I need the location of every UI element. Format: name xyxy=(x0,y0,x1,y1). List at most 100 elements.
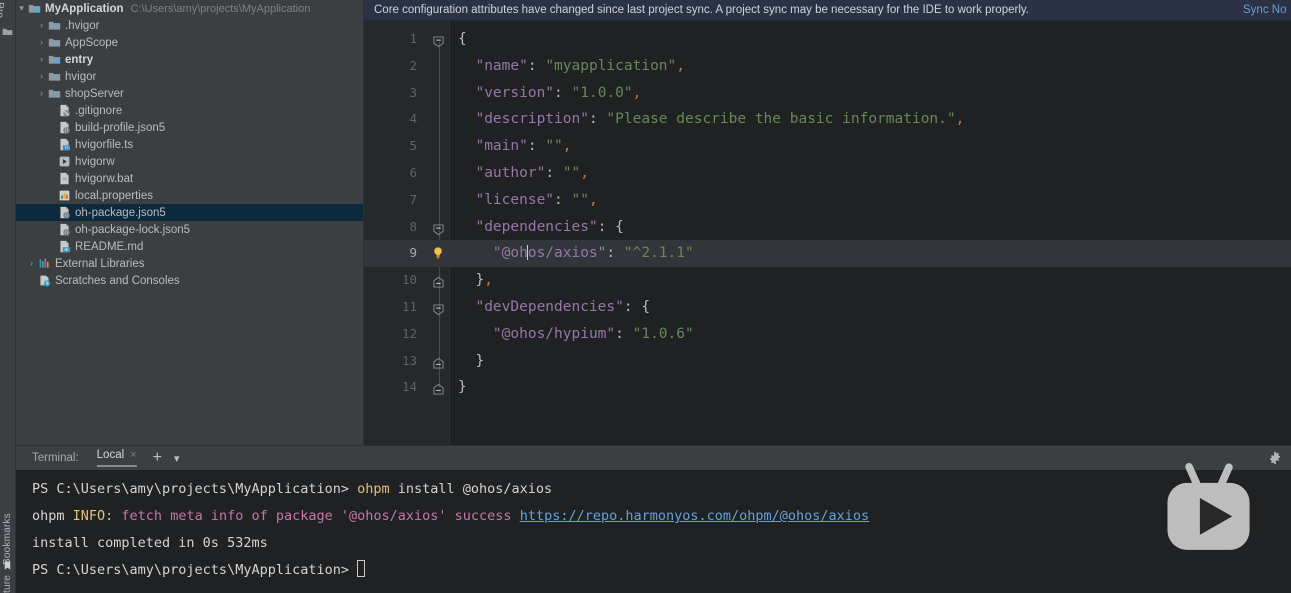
tree-row-scratches-and-consoles[interactable]: Scratches and Consoles xyxy=(16,272,363,289)
tree-row-build-profile-json5[interactable]: {} build-profile.json5 xyxy=(16,119,363,136)
gitignore-file-icon xyxy=(57,104,72,117)
chevron-down-icon[interactable]: ▾ xyxy=(16,4,27,13)
tree-row-external-libraries[interactable]: › External Libraries xyxy=(16,255,363,272)
new-terminal-button[interactable]: + xyxy=(153,450,162,466)
fold-cell[interactable] xyxy=(428,294,449,321)
tree-item-label: External Libraries xyxy=(55,257,145,270)
folder-icon xyxy=(47,19,62,32)
tree-row-hvigorw-bat[interactable]: hvigorw.bat xyxy=(16,170,363,187)
line-number: 6 xyxy=(409,164,417,180)
terminal-output[interactable]: PS C:\Users\amy\projects\MyApplication> … xyxy=(16,470,1291,593)
root-project-name: MyApplication xyxy=(45,2,124,15)
chevron-right-icon[interactable]: › xyxy=(36,89,47,98)
code-token: "license" xyxy=(458,191,555,208)
terminal-header: Terminal: Local × + ▾ xyxy=(16,445,1291,470)
tree-item-label: .gitignore xyxy=(75,104,123,117)
tree-row-hvigorfile-ts[interactable]: TS hvigorfile.ts xyxy=(16,136,363,153)
chevron-right-icon[interactable]: › xyxy=(36,55,47,64)
gear-icon[interactable] xyxy=(1268,451,1282,465)
tree-row-oh-package-lock-json5[interactable]: {} oh-package-lock.json5 xyxy=(16,221,363,238)
tree-row-shopserver[interactable]: › shopServer xyxy=(16,85,363,102)
code-line[interactable]: }, xyxy=(450,267,1291,294)
fold-cell[interactable] xyxy=(428,267,449,294)
sync-now-link[interactable]: Sync Now xyxy=(1243,4,1287,16)
terminal-text: install completed in 0s 532ms xyxy=(32,535,268,551)
terminal-text: install @ohos/axios xyxy=(389,481,553,497)
code-line[interactable]: "license": "", xyxy=(450,187,1291,214)
code-line[interactable]: "dependencies": { xyxy=(450,214,1291,241)
code-token: "name" xyxy=(458,57,528,74)
tree-item-label: hvigorw.bat xyxy=(75,172,134,185)
code-token: : xyxy=(527,57,546,74)
tree-row-local-properties[interactable]: local.properties xyxy=(16,187,363,204)
code-fold-icon[interactable] xyxy=(433,356,444,369)
tree-item-list: › .hvigor › AppScope › entry › hvigor › shopServe… xyxy=(16,17,363,289)
tree-item-label: local.properties xyxy=(75,189,153,202)
chevron-right-icon[interactable]: › xyxy=(26,259,37,268)
terminal-tool-window: Terminal: Local × + ▾ PS C:\Users\amy\pr… xyxy=(16,445,1291,593)
tree-item-label: shopServer xyxy=(65,87,124,100)
tree-row-appscope[interactable]: › AppScope xyxy=(16,34,363,51)
tree-item-label: AppScope xyxy=(65,36,119,49)
tree-row-oh-package-json5[interactable]: {} oh-package.json5 xyxy=(16,204,363,221)
line-number: 13 xyxy=(401,352,417,368)
code-line[interactable]: "@ohos/hypium": "1.0.6" xyxy=(450,321,1291,348)
chevron-right-icon[interactable]: › xyxy=(36,21,47,30)
project-sync-notification: Core configuration attributes have chang… xyxy=(364,0,1291,21)
code-line[interactable]: "author": "", xyxy=(450,160,1291,187)
code-line[interactable]: "main": "", xyxy=(450,133,1291,160)
tree-row-hvigorw[interactable]: hvigorw xyxy=(16,153,363,170)
code-token: "@ohos/hypium" xyxy=(458,325,616,342)
terminal-text: PS C:\Users\amy\projects\MyApplication> xyxy=(32,562,358,578)
tree-item-label: hvigorfile.ts xyxy=(75,138,134,151)
fold-cell[interactable] xyxy=(428,348,449,375)
code-line[interactable]: "devDependencies": { xyxy=(450,294,1291,321)
chevron-right-icon[interactable]: › xyxy=(36,38,47,47)
chevron-down-icon[interactable]: ▾ xyxy=(174,452,180,465)
tree-row-gitignore[interactable]: .gitignore xyxy=(16,102,363,119)
code-token: , xyxy=(632,84,642,101)
tree-row-readme-md[interactable]: MD README.md xyxy=(16,238,363,255)
code-line[interactable]: "name": "myapplication", xyxy=(450,53,1291,80)
code-fold-icon[interactable] xyxy=(433,34,444,48)
libraries-icon xyxy=(37,257,52,270)
properties-file-icon xyxy=(57,189,72,202)
code-line[interactable]: } xyxy=(450,348,1291,375)
code-line[interactable]: "version": "1.0.0", xyxy=(450,80,1291,107)
tree-item-label: oh-package-lock.json5 xyxy=(75,223,191,236)
code-token: "^2.1.1" xyxy=(623,245,694,262)
fold-cell[interactable] xyxy=(428,26,449,53)
code-fold-icon[interactable] xyxy=(433,275,444,288)
tree-row-hvigor[interactable]: › hvigor xyxy=(16,68,363,85)
line-number: 4 xyxy=(409,111,417,127)
fold-cell[interactable] xyxy=(428,374,449,401)
close-icon[interactable]: × xyxy=(130,449,136,461)
tool-window-structure[interactable]: ture xyxy=(2,575,13,593)
svg-text:{}: {} xyxy=(64,213,69,218)
tree-item-label: hvigorw xyxy=(75,155,115,168)
chevron-right-icon[interactable]: › xyxy=(36,72,47,81)
code-fold-icon[interactable] xyxy=(433,302,444,316)
terminal-tab-local[interactable]: Local × xyxy=(96,449,137,467)
code-line[interactable]: "description": "Please describe the basi… xyxy=(450,106,1291,133)
code-line[interactable]: } xyxy=(450,374,1291,401)
code-line[interactable]: { xyxy=(450,26,1291,53)
code-line[interactable]: "@ohos/axios": "^2.1.1" xyxy=(450,240,1291,268)
tree-row-entry[interactable]: › entry xyxy=(16,51,363,68)
fold-cell xyxy=(428,80,449,107)
line-number: 11 xyxy=(401,298,417,314)
tree-row-hvigor[interactable]: › .hvigor xyxy=(16,17,363,34)
code-fold-icon[interactable] xyxy=(433,222,444,235)
tree-item-label: README.md xyxy=(75,240,144,253)
fold-cell[interactable] xyxy=(428,214,449,241)
intention-bulb-icon[interactable] xyxy=(431,246,445,260)
code-token: : xyxy=(606,245,624,262)
code-token: , xyxy=(588,191,598,208)
tool-window-project[interactable]: Pro xyxy=(0,2,5,18)
tool-window-bookmarks[interactable]: Bookmarks xyxy=(2,513,13,565)
code-fold-icon[interactable] xyxy=(433,382,444,395)
code-token: : { xyxy=(623,298,651,315)
tree-row-root[interactable]: ▾ MyApplication C:\Users\amy\projects\My… xyxy=(16,0,363,17)
terminal-link[interactable]: https://repo.harmonyos.com/ohpm/@ohos/ax… xyxy=(520,508,870,524)
fold-cell xyxy=(428,240,449,268)
